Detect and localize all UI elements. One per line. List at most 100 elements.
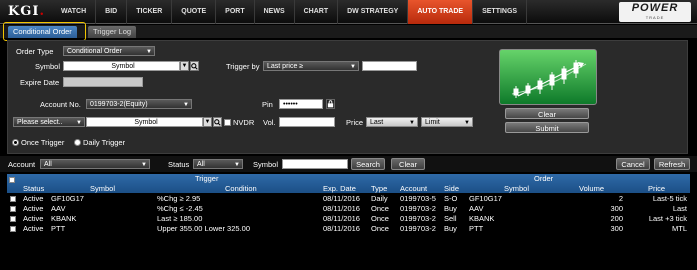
- nav-port[interactable]: PORT: [216, 0, 255, 24]
- col-price[interactable]: Price: [648, 184, 665, 193]
- filter-status-select[interactable]: All ▼: [193, 159, 243, 169]
- price-type-select[interactable]: Last ▼: [366, 117, 418, 127]
- row-side: Sell: [444, 214, 457, 223]
- vol-label: Vol.: [263, 118, 276, 127]
- side-value: Please select..: [17, 119, 63, 126]
- trigger-value-input[interactable]: [362, 61, 417, 71]
- row-exp-date: 08/11/2016: [323, 214, 360, 223]
- account-select[interactable]: 0199703-2(Equity) ▼: [86, 99, 192, 109]
- expire-date-label: Expire Date: [20, 78, 60, 87]
- order-type-select[interactable]: Conditional Order ▼: [63, 46, 155, 56]
- refresh-button[interactable]: Refresh: [654, 158, 690, 170]
- filter-symbol-input[interactable]: [282, 159, 348, 169]
- price-label: Price: [346, 118, 364, 127]
- chevron-down-icon: ▼: [146, 49, 152, 55]
- trigger-by-label: Trigger by: [226, 62, 260, 71]
- volume-input[interactable]: [279, 117, 335, 127]
- nav-quote[interactable]: QUOTE: [172, 0, 217, 24]
- row-side: Buy: [444, 224, 457, 233]
- kgi-logo: KGI.: [8, 4, 46, 19]
- row-order-symbol: AAV: [469, 204, 484, 213]
- filter-account-select[interactable]: All ▼: [40, 159, 150, 169]
- row-checkbox[interactable]: [10, 206, 16, 212]
- nav-bid[interactable]: BID: [96, 0, 128, 24]
- row-status: Active: [23, 204, 44, 213]
- col-volume[interactable]: Volume: [579, 184, 604, 193]
- cancel-button[interactable]: Cancel: [616, 158, 650, 170]
- nav-settings[interactable]: SETTINGS: [473, 0, 528, 24]
- col-exp-date[interactable]: Exp. Date: [323, 184, 356, 193]
- select-all-checkbox[interactable]: [9, 177, 15, 183]
- table-row[interactable]: Active AAV %Chg ≤ -2.45 08/11/2016 Once …: [7, 204, 690, 214]
- account-no-label: Account No.: [40, 100, 81, 109]
- expire-date-input[interactable]: [63, 77, 143, 87]
- filter-bar: Account All ▼ Status All ▼ Symbol Search C…: [0, 156, 697, 172]
- row-symbol: PTT: [51, 224, 66, 233]
- search-icon: [191, 63, 198, 70]
- filter-status-label: Status: [168, 160, 190, 169]
- table-row[interactable]: Active GF10G17 %Chg ≥ 2.95 08/11/2016 Da…: [7, 194, 690, 204]
- col-order-symbol[interactable]: Symbol: [504, 184, 529, 193]
- power-trade-logo: POWER TRADE: [619, 2, 691, 22]
- group-order-header: Order: [534, 174, 554, 183]
- nav-chart[interactable]: CHART: [295, 0, 339, 24]
- col-type[interactable]: Type: [371, 184, 387, 193]
- chevron-down-icon: ▼: [350, 64, 356, 70]
- row-side: S-O: [444, 194, 458, 203]
- table-row[interactable]: Active KBANK Last ≥ 185.00 08/11/2016 On…: [7, 214, 690, 224]
- nvdr-checkbox[interactable]: [224, 119, 231, 126]
- order-kind-select[interactable]: Limit ▼: [421, 117, 473, 127]
- symbol-label: Symbol: [35, 62, 61, 71]
- pin-label: Pin: [262, 100, 273, 109]
- row-type: Once: [371, 204, 389, 213]
- pin-input[interactable]: ••••••: [279, 99, 323, 109]
- trigger-by-select[interactable]: Last price ≥ ▼: [263, 61, 359, 71]
- symbol-dropdown-button[interactable]: ▼: [180, 61, 189, 71]
- row-order-symbol: PTT: [469, 224, 484, 233]
- row-checkbox[interactable]: [10, 226, 16, 232]
- nav-watch[interactable]: WATCH: [52, 0, 97, 24]
- col-symbol[interactable]: Symbol: [90, 184, 115, 193]
- nav-ticker[interactable]: TICKER: [127, 0, 173, 24]
- clear-button[interactable]: Clear: [505, 108, 589, 119]
- row-checkbox[interactable]: [10, 196, 16, 202]
- row-symbol: GF10G17: [51, 194, 84, 203]
- table-row[interactable]: Active PTT Upper 355.00 Lower 325.00 08/…: [7, 224, 690, 234]
- main-nav: WATCH BID TICKER QUOTE PORT NEWS CHART D…: [52, 0, 528, 24]
- lock-button[interactable]: [326, 99, 335, 109]
- orders-table-body: Active GF10G17 %Chg ≥ 2.95 08/11/2016 Da…: [7, 193, 690, 235]
- nav-dw-strategy[interactable]: DW STRATEGY: [338, 0, 409, 24]
- order-kind-value: Limit: [425, 119, 440, 126]
- search-button[interactable]: Search: [351, 158, 385, 170]
- nav-auto-trade[interactable]: AUTO TRADE: [408, 0, 474, 24]
- symbol-search-button[interactable]: [190, 61, 199, 71]
- daily-trigger-label: Daily Trigger: [83, 138, 126, 147]
- daily-trigger-radio[interactable]: [74, 139, 81, 146]
- row-checkbox[interactable]: [10, 216, 16, 222]
- order-type-value: Conditional Order: [67, 48, 122, 55]
- chart-preview: [499, 49, 597, 105]
- submit-button[interactable]: Submit: [505, 122, 589, 133]
- row-condition: Upper 355.00 Lower 325.00: [157, 224, 250, 233]
- tab-trigger-log[interactable]: Trigger Log: [88, 26, 137, 38]
- nvdr-label: NVDR: [233, 118, 255, 127]
- subtab-bar: Conditional Order Trigger Log: [0, 25, 697, 38]
- symbol-input[interactable]: Symbol: [63, 61, 180, 71]
- row-condition: %Chg ≥ 2.95: [157, 194, 201, 203]
- once-trigger-radio[interactable]: [12, 139, 19, 146]
- col-account[interactable]: Account: [400, 184, 427, 193]
- nav-news[interactable]: NEWS: [255, 0, 295, 24]
- order-form-panel: Order Type Conditional Order ▼ Symbol Sym…: [7, 40, 688, 154]
- row-status: Active: [23, 214, 44, 223]
- row-condition: %Chg ≤ -2.45: [157, 204, 203, 213]
- filter-clear-button[interactable]: Clear: [391, 158, 425, 170]
- col-side[interactable]: Side: [444, 184, 459, 193]
- order-symbol-search-button[interactable]: [213, 117, 222, 127]
- side-select[interactable]: Please select.. ▼: [13, 117, 85, 127]
- col-status[interactable]: Status: [23, 184, 44, 193]
- row-account: 0199703-2: [400, 214, 436, 223]
- order-symbol-dropdown-button[interactable]: ▼: [203, 117, 212, 127]
- row-volume: 200: [610, 214, 623, 223]
- col-condition[interactable]: Condition: [225, 184, 257, 193]
- order-symbol-input[interactable]: Symbol: [86, 117, 203, 127]
